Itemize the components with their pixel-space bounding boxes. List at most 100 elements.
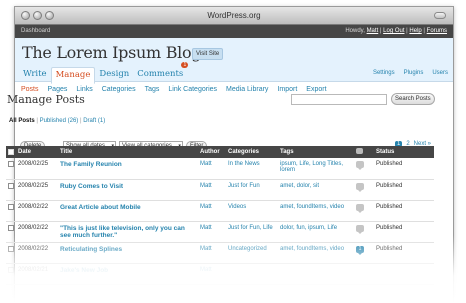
comment-bubble-icon[interactable]: 1 bbox=[356, 245, 364, 255]
row-checkbox[interactable] bbox=[8, 161, 14, 167]
post-author-link[interactable]: Matt bbox=[198, 221, 226, 242]
post-categories-link[interactable] bbox=[226, 263, 278, 284]
table-row: 2008/02/25 The Family Reunion Matt In th… bbox=[6, 158, 434, 179]
forums-link[interactable]: Forums bbox=[427, 28, 447, 34]
post-tags-link[interactable]: amet, foundItems, video bbox=[278, 200, 354, 221]
subnav-export[interactable]: Export bbox=[306, 86, 326, 93]
post-title-link[interactable]: Jake's New Job bbox=[58, 263, 198, 284]
post-categories-link[interactable]: Videos bbox=[226, 200, 278, 221]
col-author[interactable]: Author bbox=[198, 146, 226, 158]
table-row: 2008/02/25 Ruby Comes to Visit Matt Just… bbox=[6, 179, 434, 200]
log-out-link[interactable]: Log Out bbox=[383, 28, 404, 34]
col-status[interactable]: Status bbox=[374, 146, 434, 158]
subnav-posts[interactable]: Posts bbox=[21, 86, 39, 93]
post-status: Published bbox=[376, 224, 403, 231]
post-title-link[interactable]: Ruby Comes to Visit bbox=[58, 179, 198, 200]
blog-header: The Lorem Ipsum Blog Visit Site bbox=[15, 38, 453, 65]
filter-published[interactable]: Published (26) bbox=[40, 118, 79, 124]
filter-all-posts[interactable]: All Posts bbox=[9, 118, 35, 124]
post-date: 2008/02/25 bbox=[18, 182, 49, 189]
window-title: WordPress.org bbox=[207, 11, 261, 20]
page-title: Manage Posts bbox=[7, 93, 85, 106]
comments-icon bbox=[356, 148, 363, 154]
col-categories[interactable]: Categories bbox=[226, 146, 278, 158]
visit-site-button[interactable]: Visit Site bbox=[192, 48, 224, 60]
table-row: 2008/02/22 Great Article about Mobile Ma… bbox=[6, 200, 434, 221]
comment-bubble-icon[interactable] bbox=[356, 182, 364, 192]
subnav-pages[interactable]: Pages bbox=[48, 86, 68, 93]
main-nav: Write Manage Design Comments 1 Settings … bbox=[15, 62, 453, 84]
post-status: Published bbox=[376, 245, 403, 252]
row-checkbox[interactable] bbox=[8, 203, 14, 210]
post-tags-link[interactable] bbox=[278, 263, 354, 284]
search-posts-button[interactable]: Search Posts bbox=[391, 93, 435, 105]
settings-link[interactable]: Settings bbox=[373, 70, 395, 76]
col-title[interactable]: Title bbox=[58, 146, 198, 158]
user-profile-link[interactable]: Matt bbox=[367, 28, 379, 34]
admin-bar: Dashboard Howdy, Matt | Log Out | Help |… bbox=[15, 25, 453, 38]
subnav-links[interactable]: Links bbox=[76, 86, 92, 93]
dashboard-link[interactable]: Dashboard bbox=[21, 28, 50, 34]
filter-draft[interactable]: Draft (1) bbox=[83, 118, 105, 124]
post-author-link[interactable]: Matt bbox=[198, 242, 226, 263]
post-tags-link[interactable]: dolor, fun, ipsum, Life bbox=[278, 221, 354, 242]
select-all-checkbox[interactable] bbox=[8, 148, 14, 155]
table-row: 2008/02/22 Reticulating Splines Matt Unc… bbox=[6, 242, 434, 263]
row-checkbox[interactable] bbox=[8, 266, 14, 273]
comments-count-badge: 1 bbox=[181, 62, 189, 68]
post-author-link[interactable]: Matt bbox=[198, 200, 226, 221]
post-author-link[interactable]: Matt bbox=[198, 158, 226, 179]
post-status-filter: All Posts | Published (26) | Draft (1) bbox=[9, 118, 106, 124]
comment-bubble-icon[interactable] bbox=[356, 203, 364, 213]
post-title-link[interactable]: Reticulating Splines bbox=[58, 242, 198, 263]
post-status: Published bbox=[376, 161, 403, 167]
post-tags-link[interactable]: amet, dolor, sit bbox=[278, 179, 354, 200]
row-checkbox[interactable] bbox=[8, 245, 14, 252]
post-status bbox=[374, 263, 434, 284]
posts-table: Date Title Author Categories Tags Status… bbox=[6, 146, 434, 285]
user-links: Howdy, Matt | Log Out | Help | Forums bbox=[345, 28, 447, 34]
subnav-link-categories[interactable]: Link Categories bbox=[168, 86, 217, 93]
post-status: Published bbox=[376, 182, 403, 189]
post-date: 2008/02/22 bbox=[18, 224, 49, 231]
subnav-media-library[interactable]: Media Library bbox=[226, 86, 268, 93]
post-categories-link[interactable]: Uncategorized bbox=[226, 242, 278, 263]
col-tags[interactable]: Tags bbox=[278, 146, 354, 158]
table-row: 2008/02/21 Jake's New Job Matt bbox=[6, 263, 434, 284]
post-tags-link[interactable]: ipsum, Life, Long Titles, lorem bbox=[278, 158, 354, 179]
subnav-categories[interactable]: Categories bbox=[102, 86, 136, 93]
help-link[interactable]: Help bbox=[409, 28, 421, 34]
table-filters: Delete Show all dates ▾ View all categor… bbox=[6, 129, 434, 151]
subnav-import[interactable]: Import bbox=[277, 86, 297, 93]
post-title-link[interactable]: Great Article about Mobile bbox=[58, 200, 198, 221]
col-date[interactable]: Date bbox=[16, 146, 58, 158]
row-checkbox[interactable] bbox=[8, 182, 14, 189]
table-row: 2008/02/22 "This is just like television… bbox=[6, 221, 434, 242]
users-link[interactable]: Users bbox=[432, 70, 448, 76]
post-date: 2008/02/25 bbox=[18, 161, 49, 167]
post-categories-link[interactable]: In the News bbox=[226, 158, 278, 179]
post-date: 2008/02/22 bbox=[18, 245, 49, 252]
tab-comments-label: Comments bbox=[137, 69, 184, 79]
post-tags-link[interactable]: amet, foundItems, video bbox=[278, 242, 354, 263]
comment-bubble-icon[interactable] bbox=[356, 161, 364, 170]
subnav-tags[interactable]: Tags bbox=[145, 86, 160, 93]
blog-title: The Lorem Ipsum Blog bbox=[22, 43, 202, 62]
toolbar-toggle-button[interactable] bbox=[434, 12, 446, 19]
post-date: 2008/02/21 bbox=[18, 266, 49, 273]
post-categories-link[interactable]: Just for Fun, Life bbox=[226, 221, 278, 242]
title-bar: WordPress.org bbox=[15, 7, 453, 25]
post-author-link[interactable]: Matt bbox=[198, 263, 226, 284]
search-input[interactable] bbox=[291, 94, 387, 105]
post-status: Published bbox=[376, 203, 403, 210]
plugins-link[interactable]: Plugins bbox=[404, 70, 424, 76]
post-categories-link[interactable]: Just for Fun bbox=[226, 179, 278, 200]
post-title-link[interactable]: The Family Reunion bbox=[58, 158, 198, 179]
post-author-link[interactable]: Matt bbox=[198, 179, 226, 200]
row-checkbox[interactable] bbox=[8, 224, 14, 231]
comment-bubble-icon[interactable] bbox=[356, 224, 364, 234]
settings-nav: Settings Plugins Users bbox=[373, 70, 448, 76]
post-title-link[interactable]: "This is just like television, only you … bbox=[58, 221, 198, 242]
post-date: 2008/02/22 bbox=[18, 203, 49, 210]
table-header-row: Date Title Author Categories Tags Status bbox=[6, 146, 434, 158]
